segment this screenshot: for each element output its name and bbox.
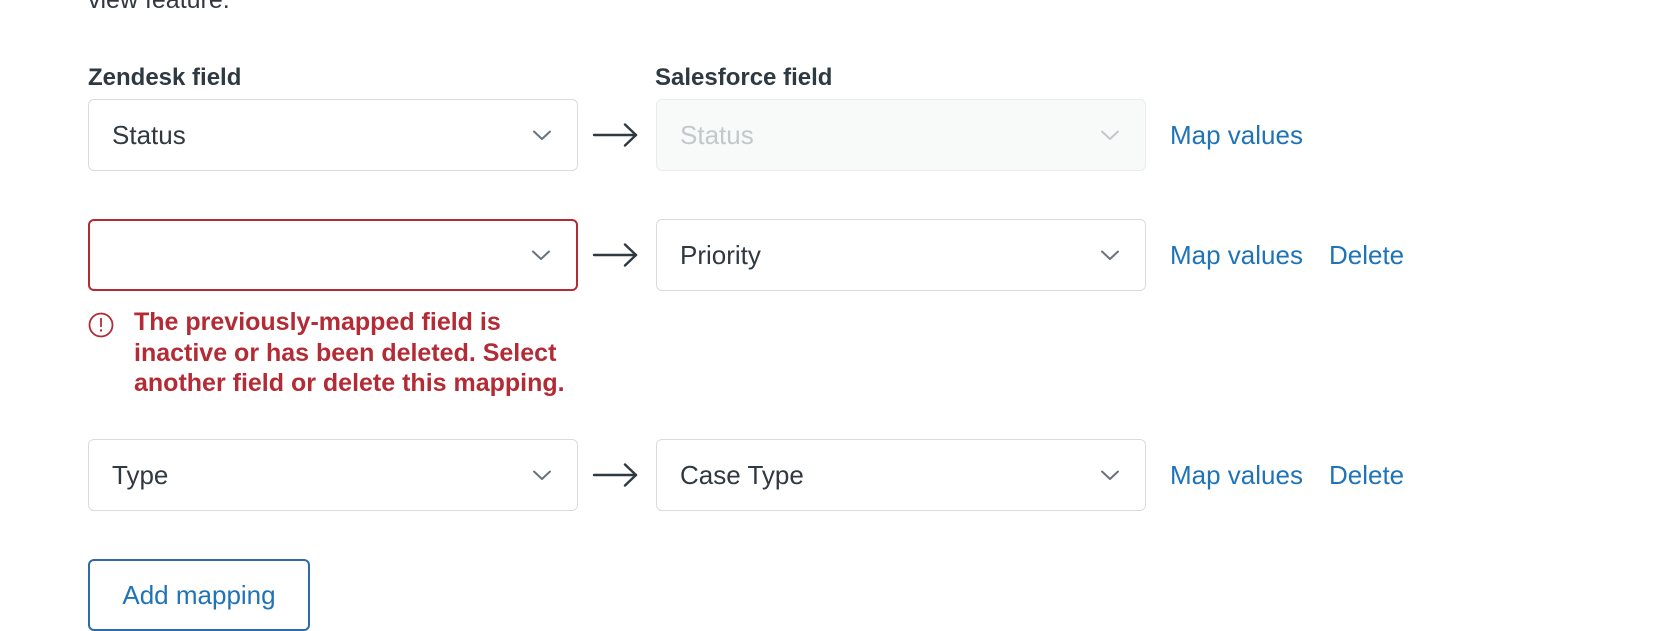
map-values-link[interactable]: Map values [1170,119,1303,151]
row-actions: Map values [1170,99,1303,171]
map-values-link[interactable]: Map values [1170,239,1303,271]
column-header-salesforce-field: Salesforce field [655,64,833,91]
add-mapping-button[interactable]: Add mapping [88,559,310,631]
zendesk-field-select[interactable]: Type [88,439,578,511]
zendesk-field-value: Type [112,460,169,490]
chevron-down-icon [1097,242,1123,268]
salesforce-field-select: Status [656,99,1146,171]
chevron-down-icon [528,242,554,268]
error-circle-icon [88,312,114,338]
delete-link[interactable]: Delete [1329,459,1404,491]
row-actions: Map values Delete [1170,219,1404,291]
chevron-down-icon [529,122,555,148]
zendesk-field-select[interactable]: Status [88,99,578,171]
zendesk-field-select[interactable] [88,219,578,291]
arrow-right-icon [578,99,656,171]
delete-link[interactable]: Delete [1329,239,1404,271]
mapping-row: Status Status Map values [88,99,1303,171]
zendesk-field-value: Status [112,120,186,150]
intro-text: view feature. [88,0,230,14]
field-error-message: The previously-mapped field is inactive … [88,307,598,399]
column-header-zendesk-field: Zendesk field [88,64,242,91]
mapping-row: Priority Map values Delete [88,219,1404,291]
field-error-text: The previously-mapped field is inactive … [134,308,565,397]
salesforce-field-value: Case Type [680,460,804,490]
salesforce-field-value: Status [680,120,754,150]
chevron-down-icon [1097,122,1123,148]
arrow-right-icon [578,439,656,511]
salesforce-field-select[interactable]: Priority [656,219,1146,291]
mapping-row: Type Case Type Map values Delete [88,439,1404,511]
row-actions: Map values Delete [1170,439,1404,511]
map-values-link[interactable]: Map values [1170,459,1303,491]
salesforce-field-value: Priority [680,240,761,270]
salesforce-field-select[interactable]: Case Type [656,439,1146,511]
chevron-down-icon [529,462,555,488]
chevron-down-icon [1097,462,1123,488]
arrow-right-icon [578,219,656,291]
